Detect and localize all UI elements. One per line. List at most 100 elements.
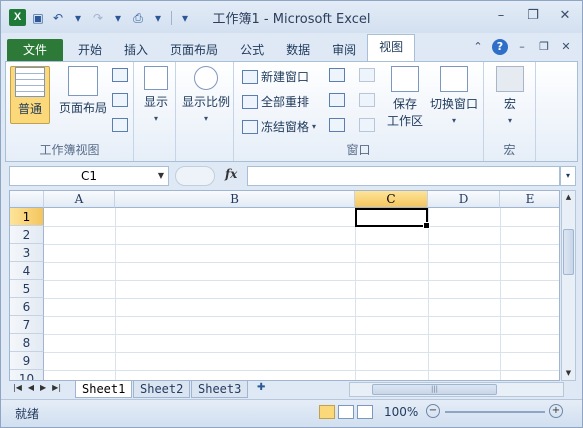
formula-bar: C1 ▼ fx ▾ [5,165,578,187]
horizontal-scroll-thumb[interactable]: ||| [372,384,497,395]
gridline [500,208,501,380]
custom-views-icon[interactable] [112,93,128,107]
zoom-level[interactable]: 100% [384,405,418,419]
restore-icon[interactable]: ❐ [524,7,542,25]
normal-view-button[interactable]: 普通 [10,66,50,124]
help-icon[interactable]: ? [492,39,508,55]
switch-windows-label: 切换窗口 [429,97,478,111]
zoom-button[interactable]: 显示比例 ▾ [180,66,232,124]
save-workspace-label-2: 工作区 [386,114,423,128]
normal-view-shortcut-icon[interactable] [319,405,335,419]
view-side-by-side-icon[interactable] [359,68,375,82]
tab-review[interactable]: 审阅 [321,39,367,61]
last-sheet-icon[interactable]: ▶| [52,383,61,392]
group-workbook-views: 普通 页面布局 工作簿视图 [6,62,134,161]
tab-insert[interactable]: 插入 [113,39,159,61]
macros-button[interactable]: 宏 ▾ [494,66,526,126]
page-layout-shortcut-icon[interactable] [338,405,354,419]
gridline [44,316,559,317]
next-sheet-icon[interactable]: ▶ [40,383,46,392]
macros-group-label: 宏 [503,143,516,157]
scroll-up-icon[interactable]: ▲ [562,191,575,204]
tab-home[interactable]: 开始 [67,39,113,61]
workbook-views-group-label: 工作簿视图 [39,143,100,157]
row-header-4[interactable]: 4 [10,262,44,280]
tab-data[interactable]: 数据 [275,39,321,61]
scroll-down-icon[interactable]: ▼ [562,367,575,380]
sheet-tab-sheet1[interactable]: Sheet1 [75,381,133,398]
minimize-ribbon-icon[interactable]: ⌃ [470,39,486,55]
select-all-button[interactable] [10,191,44,208]
worksheet-grid[interactable]: A B C D E 1 2 3 4 5 6 7 8 9 10 [9,190,560,381]
first-sheet-icon[interactable]: |◀ [13,383,22,392]
gridline [115,208,116,380]
zoom-slider[interactable] [445,411,545,413]
page-break-shortcut-icon[interactable] [357,405,373,419]
full-screen-icon[interactable] [112,118,128,132]
column-header-d[interactable]: D [428,191,500,208]
row-header-5[interactable]: 5 [10,280,44,298]
tab-file[interactable]: 文件 [4,39,68,67]
row-header-9[interactable]: 9 [10,352,44,370]
row-header-1[interactable]: 1 [10,208,44,226]
row-header-6[interactable]: 6 [10,298,44,316]
tab-formulas[interactable]: 公式 [229,39,275,61]
sheet-tab-sheet3[interactable]: Sheet3 [191,381,249,398]
save-workspace-icon [391,66,419,92]
hide-window-icon[interactable] [329,93,345,107]
gridline [44,298,559,299]
sheet-tab-sheet2[interactable]: Sheet2 [133,381,191,398]
insert-function-icon[interactable]: fx [225,167,237,181]
gridline [355,208,356,380]
switch-windows-button[interactable]: 切换窗口 ▾ [428,66,480,126]
zoom-out-icon[interactable]: − [426,404,440,418]
close-icon[interactable]: ✕ [556,7,574,25]
name-box-dropdown-icon[interactable]: ▼ [158,167,164,185]
vertical-scrollbar[interactable]: ▲ ▼ [561,190,576,381]
minimize-icon[interactable]: – [492,7,510,25]
expand-formula-bar-icon[interactable]: ▾ [560,166,576,186]
gridline [44,244,559,245]
page-layout-view-icon [68,66,98,96]
freeze-panes-button[interactable]: 冻结窗格 ▾ [242,118,316,135]
row-header-10[interactable]: 10 [10,370,44,380]
zoom-in-icon[interactable]: + [549,404,563,418]
page-break-preview-icon[interactable] [112,68,128,82]
row-header-8[interactable]: 8 [10,334,44,352]
freeze-panes-label: 冻结窗格 [261,120,310,134]
ribbon-tabs: 文件 开始 插入 页面布局 公式 数据 审阅 视图 [4,34,416,67]
vertical-scroll-thumb[interactable] [563,229,574,275]
switch-windows-dropdown-icon: ▾ [451,116,456,125]
formula-input[interactable] [247,166,560,186]
name-box[interactable]: C1 ▼ [9,166,169,186]
new-window-button[interactable]: 新建窗口 [242,68,309,85]
column-header-a[interactable]: A [44,191,115,208]
column-header-e[interactable]: E [500,191,559,208]
workbook-close-icon[interactable]: ✕ [558,39,574,55]
insert-worksheet-icon[interactable]: ✚ [257,382,273,396]
horizontal-scrollbar[interactable]: ||| [349,382,564,397]
formula-bar-sizer[interactable] [175,166,215,186]
zoom-dropdown-icon: ▾ [203,114,208,123]
window-group-label: 窗口 [346,143,371,157]
split-icon[interactable] [329,68,345,82]
unhide-window-icon[interactable] [329,118,345,132]
reset-window-position-icon[interactable] [359,118,375,132]
page-layout-view-button[interactable]: 页面布局 [56,66,110,116]
workbook-restore-icon[interactable]: ❐ [536,39,552,55]
row-header-3[interactable]: 3 [10,244,44,262]
prev-sheet-icon[interactable]: ◀ [28,383,34,392]
column-header-c[interactable]: C [355,191,428,208]
row-header-7[interactable]: 7 [10,316,44,334]
tab-view[interactable]: 视图 [367,34,416,61]
active-cell-c1[interactable] [355,208,430,229]
synchronous-scrolling-icon[interactable] [359,93,375,107]
row-header-2[interactable]: 2 [10,226,44,244]
tab-page-layout[interactable]: 页面布局 [159,39,229,61]
freeze-panes-dropdown-icon: ▾ [312,122,317,131]
save-workspace-button[interactable]: 保存 工作区 [386,66,424,129]
workbook-minimize-icon[interactable]: – [514,39,530,55]
column-header-b[interactable]: B [115,191,355,208]
show-button[interactable]: 显示 ▾ [140,66,172,124]
arrange-all-button[interactable]: 全部重排 [242,93,309,110]
